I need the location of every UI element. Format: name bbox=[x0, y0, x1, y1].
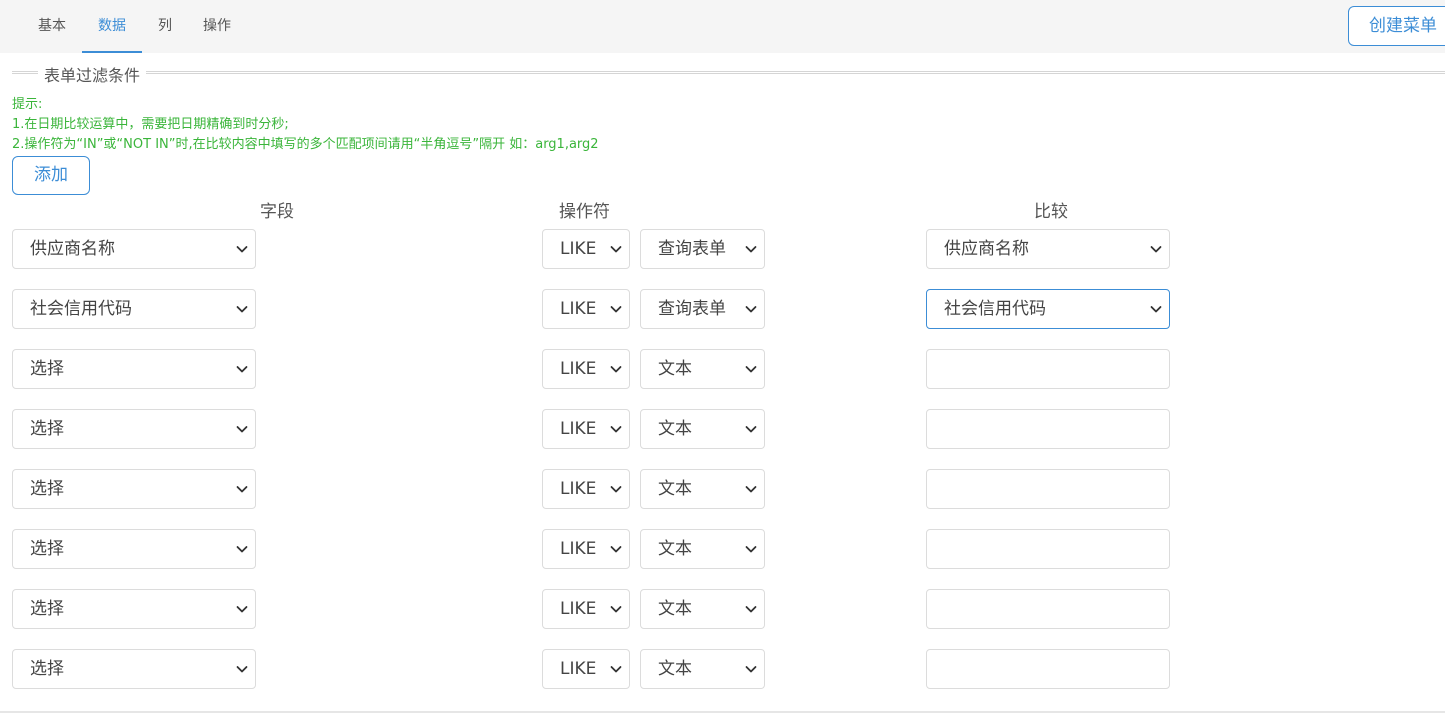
operator-select[interactable]: LIKE bbox=[542, 529, 630, 569]
source-select-value: 文本 bbox=[658, 599, 692, 619]
add-button[interactable]: 添加 bbox=[12, 156, 90, 195]
operator-select[interactable]: LIKE bbox=[542, 649, 630, 689]
source-select-value: 查询表单 bbox=[658, 299, 726, 319]
compare-select-value: 社会信用代码 bbox=[944, 299, 1046, 319]
chevron-down-icon bbox=[236, 546, 248, 553]
source-select[interactable]: 查询表单 bbox=[640, 289, 765, 329]
field-select-value: 供应商名称 bbox=[30, 239, 115, 259]
tab-data[interactable]: 数据 bbox=[82, 0, 142, 53]
chevron-down-icon bbox=[236, 606, 248, 613]
tab-columns[interactable]: 列 bbox=[147, 0, 183, 53]
source-select[interactable]: 文本 bbox=[640, 649, 765, 689]
tab-bar: 基本 数据 列 操作 创建菜单 bbox=[0, 0, 1445, 53]
chevron-down-icon bbox=[1150, 246, 1162, 253]
chevron-down-icon bbox=[745, 546, 757, 553]
chevron-down-icon bbox=[610, 546, 622, 553]
field-select[interactable]: 选择 bbox=[12, 409, 256, 449]
field-select-value: 选择 bbox=[30, 599, 64, 619]
field-select[interactable]: 选择 bbox=[12, 529, 256, 569]
chevron-down-icon bbox=[610, 246, 622, 253]
operator-select-value: LIKE bbox=[560, 299, 597, 319]
chevron-down-icon bbox=[745, 486, 757, 493]
operator-select-value: LIKE bbox=[560, 539, 597, 559]
compare-input[interactable] bbox=[926, 469, 1170, 509]
chevron-down-icon bbox=[610, 366, 622, 373]
column-header-compare: 比较 bbox=[1034, 202, 1068, 222]
operator-select[interactable]: LIKE bbox=[542, 409, 630, 449]
chevron-down-icon bbox=[745, 306, 757, 313]
source-select-value: 文本 bbox=[658, 659, 692, 679]
operator-select[interactable]: LIKE bbox=[542, 349, 630, 389]
chevron-down-icon bbox=[745, 366, 757, 373]
chevron-down-icon bbox=[1150, 306, 1162, 313]
field-select[interactable]: 选择 bbox=[12, 469, 256, 509]
compare-input[interactable] bbox=[926, 529, 1170, 569]
operator-select-value: LIKE bbox=[560, 359, 597, 379]
field-select-value: 选择 bbox=[30, 419, 64, 439]
chevron-down-icon bbox=[610, 426, 622, 433]
source-select[interactable]: 文本 bbox=[640, 529, 765, 569]
source-select-value: 文本 bbox=[658, 359, 692, 379]
field-select[interactable]: 供应商名称 bbox=[12, 229, 256, 269]
hint-line-1: 1.在日期比较运算中，需要把日期精确到时分秒; bbox=[12, 117, 289, 132]
source-select[interactable]: 文本 bbox=[640, 589, 765, 629]
compare-select[interactable]: 社会信用代码 bbox=[926, 289, 1170, 329]
chevron-down-icon bbox=[236, 306, 248, 313]
chevron-down-icon bbox=[236, 366, 248, 373]
chevron-down-icon bbox=[236, 426, 248, 433]
operator-select[interactable]: LIKE bbox=[542, 289, 630, 329]
field-select[interactable]: 选择 bbox=[12, 349, 256, 389]
chevron-down-icon bbox=[236, 666, 248, 673]
source-select-value: 文本 bbox=[658, 539, 692, 559]
field-select-value: 选择 bbox=[30, 659, 64, 679]
column-header-field: 字段 bbox=[260, 202, 294, 222]
compare-select-value: 供应商名称 bbox=[944, 239, 1029, 259]
source-select[interactable]: 文本 bbox=[640, 469, 765, 509]
operator-select[interactable]: LIKE bbox=[542, 229, 630, 269]
chevron-down-icon bbox=[745, 606, 757, 613]
source-select-value: 查询表单 bbox=[658, 239, 726, 259]
compare-input[interactable] bbox=[926, 589, 1170, 629]
source-select[interactable]: 文本 bbox=[640, 409, 765, 449]
column-header-operator: 操作符 bbox=[559, 202, 610, 222]
field-select-value: 选择 bbox=[30, 359, 64, 379]
chevron-down-icon bbox=[236, 486, 248, 493]
field-select[interactable]: 选择 bbox=[12, 649, 256, 689]
chevron-down-icon bbox=[745, 426, 757, 433]
tab-actions[interactable]: 操作 bbox=[190, 0, 244, 53]
source-select-value: 文本 bbox=[658, 419, 692, 439]
tab-basic[interactable]: 基本 bbox=[25, 0, 79, 53]
operator-select-value: LIKE bbox=[560, 239, 597, 259]
hint-line-2: 2.操作符为“IN”或“NOT IN”时,在比较内容中填写的多个匹配项间请用“半… bbox=[12, 137, 599, 152]
operator-select-value: LIKE bbox=[560, 599, 597, 619]
operator-select-value: LIKE bbox=[560, 479, 597, 499]
section-divider bbox=[12, 71, 1445, 74]
operator-select[interactable]: LIKE bbox=[542, 589, 630, 629]
source-select[interactable]: 文本 bbox=[640, 349, 765, 389]
compare-input[interactable] bbox=[926, 649, 1170, 689]
operator-select-value: LIKE bbox=[560, 659, 597, 679]
source-select-value: 文本 bbox=[658, 479, 692, 499]
chevron-down-icon bbox=[610, 306, 622, 313]
chevron-down-icon bbox=[610, 486, 622, 493]
field-select-value: 社会信用代码 bbox=[30, 299, 132, 319]
field-select[interactable]: 选择 bbox=[12, 589, 256, 629]
field-select[interactable]: 社会信用代码 bbox=[12, 289, 256, 329]
create-menu-button[interactable]: 创建菜单 bbox=[1348, 6, 1445, 46]
operator-select[interactable]: LIKE bbox=[542, 469, 630, 509]
chevron-down-icon bbox=[745, 666, 757, 673]
compare-input[interactable] bbox=[926, 409, 1170, 449]
chevron-down-icon bbox=[236, 246, 248, 253]
field-select-value: 选择 bbox=[30, 479, 64, 499]
operator-select-value: LIKE bbox=[560, 419, 597, 439]
chevron-down-icon bbox=[610, 606, 622, 613]
source-select[interactable]: 查询表单 bbox=[640, 229, 765, 269]
section-title: 表单过滤条件 bbox=[38, 62, 147, 86]
field-select-value: 选择 bbox=[30, 539, 64, 559]
chevron-down-icon bbox=[745, 246, 757, 253]
hint-title: 提示: bbox=[12, 97, 43, 112]
compare-input[interactable] bbox=[926, 349, 1170, 389]
chevron-down-icon bbox=[610, 666, 622, 673]
compare-select[interactable]: 供应商名称 bbox=[926, 229, 1170, 269]
